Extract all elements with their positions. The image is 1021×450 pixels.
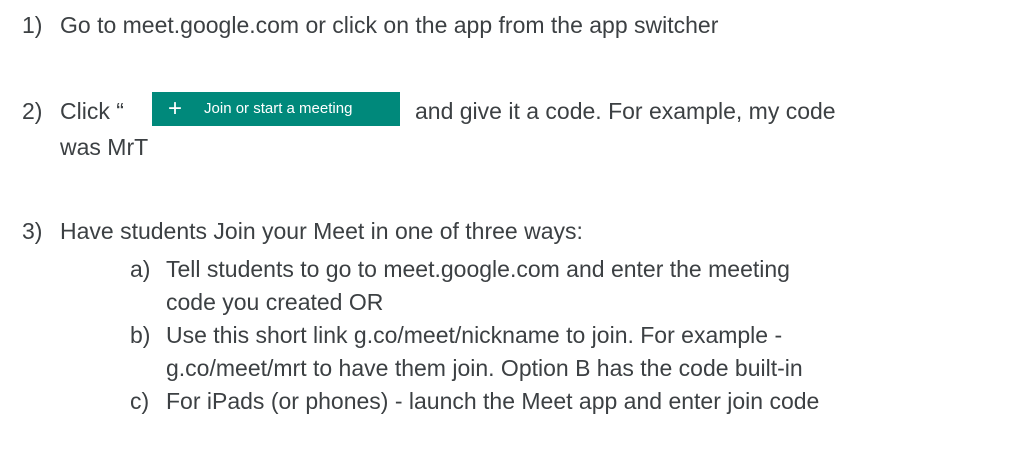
plus-icon: + (168, 95, 183, 122)
step-3: 3) Have students Join your Meet in one o… (22, 218, 583, 244)
step-3b-line-1: Use this short link g.co/meet/nickname t… (166, 322, 783, 348)
step-3b-line-2: g.co/meet/mrt to have them join. Option … (166, 355, 803, 381)
step-1-number: 1) (22, 12, 43, 38)
step-3c: c) For iPads (or phones) - launch the Me… (130, 388, 819, 414)
step-2-continuation: was MrT (60, 134, 149, 160)
step-3b-label: b) (130, 322, 151, 348)
step-2-suffix: and give it a code. For example, my code (415, 98, 836, 124)
step-2-number: 2) (22, 98, 43, 124)
step-1-text: Go to meet.google.com or click on the ap… (60, 12, 719, 38)
step-3a-label: a) (130, 256, 151, 282)
step-3c-line-1: For iPads (or phones) - launch the Meet … (166, 388, 820, 414)
step-3c-label: c) (130, 388, 150, 414)
step-3-text: Have students Join your Meet in one of t… (60, 218, 583, 244)
step-3a: a) Tell students to go to meet.google.co… (130, 256, 790, 282)
step-3-number: 3) (22, 218, 43, 244)
step-2: 2) Click “ + Join or start a meeting and… (22, 92, 1012, 128)
step-1: 1) Go to meet.google.com or click on the… (22, 12, 718, 38)
step-3a-line-2: code you created OR (166, 289, 384, 315)
step-3a-line-1: Tell students to go to meet.google.com a… (166, 256, 790, 282)
join-or-start-meeting-label: Join or start a meeting (204, 100, 353, 117)
step-3b: b) Use this short link g.co/meet/nicknam… (130, 322, 782, 348)
join-or-start-meeting-button[interactable]: + Join or start a meeting (152, 92, 400, 126)
step-2-prefix: Click “ (60, 98, 124, 124)
